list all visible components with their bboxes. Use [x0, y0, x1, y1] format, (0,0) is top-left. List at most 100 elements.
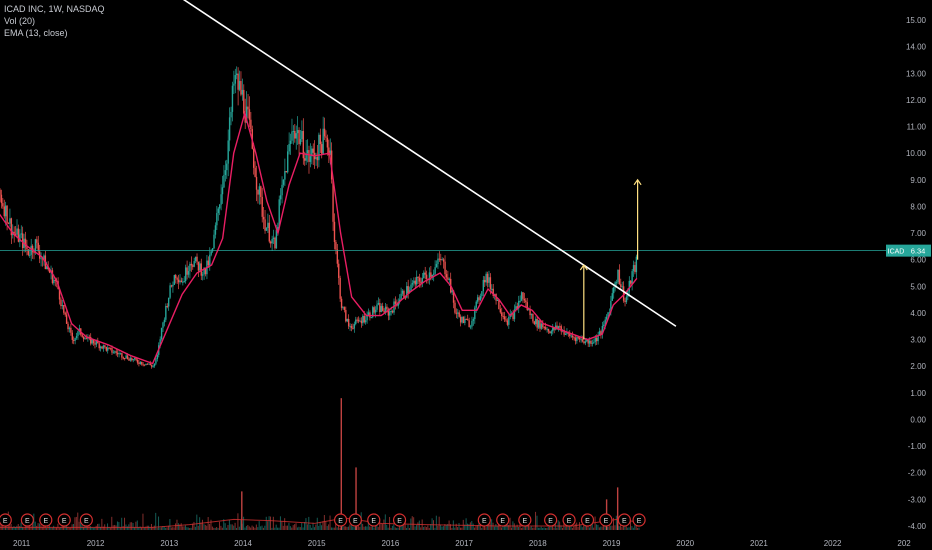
volume-bar [248, 526, 250, 530]
candle-body [237, 73, 239, 90]
earnings-marker-label: E [637, 518, 642, 525]
volume-bar [411, 516, 413, 530]
earnings-marker: E [57, 513, 71, 527]
candle-body [234, 75, 236, 84]
volume-bar [322, 521, 324, 530]
price-chart[interactable]: 15.00 14.00 13.00 12.00 11.00 10.00 9.00 8.00 7.… [0, 0, 932, 550]
volume-bar [391, 525, 393, 530]
candle-body [367, 312, 370, 316]
earnings-marker: E [617, 513, 631, 527]
volume-bar [184, 525, 186, 530]
volume-bar [213, 527, 215, 530]
y-tick-label: -1.00 [908, 442, 927, 451]
candle-body [577, 337, 579, 339]
candle-body [360, 320, 363, 324]
candle-body [167, 297, 170, 307]
candle-body [21, 233, 24, 249]
volume-bar [109, 527, 111, 530]
candle-body [537, 320, 540, 328]
candle-body [400, 293, 402, 300]
y-tick-label: 10.00 [906, 149, 927, 158]
volume-bar [557, 520, 559, 530]
candle-body [294, 130, 296, 139]
volume-bar [493, 526, 495, 530]
volume-bar [203, 524, 205, 530]
candle-body [160, 327, 163, 340]
volume-bar [390, 527, 392, 530]
candle-body [476, 297, 479, 302]
candle-body [549, 331, 551, 334]
volume-bar [132, 522, 134, 530]
candle-body [454, 302, 456, 313]
candle-body [377, 302, 380, 305]
candle-body [411, 283, 414, 285]
volume-bar [328, 524, 330, 530]
earnings-marker-label: E [84, 518, 89, 525]
candle-body [570, 335, 572, 337]
candle-body [486, 273, 489, 283]
candle-body [241, 89, 244, 95]
volume-bar [287, 525, 289, 530]
candle-body [520, 292, 523, 301]
candle-body [85, 338, 88, 340]
volume-spike [616, 487, 619, 530]
candle-body [503, 316, 506, 320]
candle-body [284, 171, 286, 180]
candle-body [501, 312, 503, 317]
volume-bar [359, 526, 361, 530]
volume-spike [340, 398, 342, 530]
candle-body [107, 347, 109, 351]
volume-bar [594, 516, 596, 530]
volume-bar [415, 525, 417, 530]
candle-body [200, 263, 202, 276]
earnings-marker-label: E [3, 518, 8, 525]
volume-bar [535, 511, 537, 530]
candle-body [316, 157, 319, 161]
volume-bar [272, 516, 274, 530]
volume-bar [268, 516, 270, 530]
volume-bar [282, 525, 284, 530]
candle-body [634, 265, 636, 273]
earnings-marker-label: E [548, 518, 553, 525]
candle-body [459, 316, 462, 323]
candle-body [272, 237, 275, 239]
candle-body [479, 296, 482, 301]
volume-bar [332, 527, 334, 530]
candle-body [230, 111, 232, 118]
candle-body [482, 279, 485, 292]
candle-body [213, 234, 215, 249]
candle-body [179, 280, 181, 283]
candle-body [291, 131, 293, 141]
candle-body [75, 335, 78, 339]
candle-body [618, 269, 621, 285]
volume-bar [495, 523, 497, 530]
candle-body [214, 225, 217, 235]
candle-body [17, 228, 20, 242]
candle-body [347, 318, 350, 327]
candle-body [209, 254, 211, 266]
candle-body [94, 343, 96, 345]
candle-body [184, 267, 187, 282]
volume-bar [469, 522, 471, 530]
volume-bar [325, 521, 327, 530]
volume-bar [54, 527, 56, 530]
x-tick-label: 2015 [308, 539, 326, 548]
volume-bar [611, 525, 613, 530]
volume-bar [576, 522, 578, 530]
volume-bar [345, 526, 347, 530]
volume-bar [221, 527, 223, 530]
earnings-marker-label: E [585, 518, 590, 525]
candle-body [170, 285, 173, 287]
y-tick-label: 9.00 [910, 176, 926, 185]
volume-bar [211, 526, 213, 530]
volume-bar [166, 527, 168, 530]
volume-bar [238, 526, 240, 530]
volume-bar [55, 527, 57, 530]
candle-body [469, 326, 472, 328]
volume-bar [19, 525, 21, 530]
candle-body [433, 273, 435, 275]
candle-body [315, 157, 317, 160]
volume-bar [118, 522, 120, 530]
volume-bar [532, 527, 534, 530]
volume-bar [156, 527, 158, 530]
